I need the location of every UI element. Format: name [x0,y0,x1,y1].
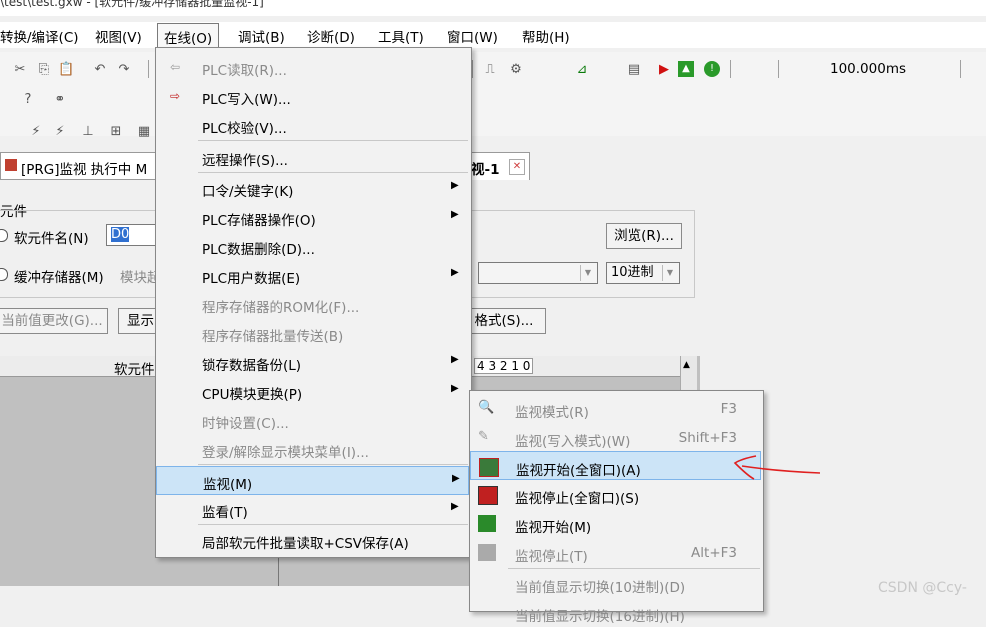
menu-cpu-replace[interactable]: CPU模块更换(P) ▶ [156,377,469,406]
undo-icon[interactable]: ↶ [92,62,108,78]
menu-monitor[interactable]: 监视(M) ▶ [156,466,469,495]
menu-display-module[interactable]: 登录/解除显示模块菜单(I)... [156,435,469,464]
menu-online[interactable]: 在线(O) [157,23,220,47]
submenu-arrow-icon: ▶ [451,383,459,394]
menu-view[interactable]: 视图(V) [95,26,142,46]
monitor-start-icon [478,515,496,532]
menu-latch-backup[interactable]: 锁存数据备份(L) ▶ [156,348,469,377]
monitor-stop-all-icon [478,486,498,505]
menu-rom[interactable]: 程序存储器的ROM化(F)... [156,290,469,319]
paste-icon[interactable]: 📋 [58,62,74,78]
submenu-value-dec[interactable]: 当前值显示切换(10进制)(D) [470,569,761,598]
submenu-monitor-mode[interactable]: 🔍 监视模式(R) F3 [470,394,761,423]
stop-icon[interactable]: ! [704,61,720,77]
plc-read-icon: ⇦ [169,60,181,74]
submenu-arrow-icon: ▶ [451,267,459,278]
monitor-stop-icon [478,544,496,561]
menu-plc-data-delete[interactable]: PLC数据删除(D)... [156,232,469,261]
browse-button[interactable]: 浏览(R)... [606,223,682,249]
submenu-arrow-icon: ▶ [451,501,459,512]
monitor-start-all-icon [479,458,499,477]
monitor-write-icon: ✎ [478,429,489,444]
menu-password[interactable]: 口令/关键字(K) ▶ [156,174,469,203]
plc-write-icon: ⇨ [169,89,181,103]
run-icon[interactable]: ▶ [656,62,672,78]
menu-clock[interactable]: 时钟设置(C)... [156,406,469,435]
menu-help[interactable]: 帮助(H) [522,26,570,46]
submenu-monitor-start-all[interactable]: 监视开始(全窗口)(A) [470,451,761,480]
window-title: \test\test.gxw - [软元件/缓冲存储器批量监视-1] [0,0,986,16]
toggle2-icon[interactable]: ⚡ [52,124,68,140]
menu-bar: 转换/编译(C) 视图(V) 在线(O) 调试(B) 诊断(D) 工具(T) 窗… [0,22,986,48]
submenu-monitor-write-mode[interactable]: ✎ 监视(写入模式)(W) Shift+F3 [470,423,761,452]
submenu-arrow-icon: ▶ [452,473,460,484]
scroll-up-icon[interactable]: ▲ [683,360,690,370]
submenu-value-hex[interactable]: 当前值显示切换(16进制)(H) [470,598,761,627]
copy-icon[interactable]: ⎘ [36,62,52,78]
menu-plc-write[interactable]: ⇨ PLC写入(W)... [156,82,469,111]
device-input[interactable]: D0 [106,224,156,246]
monitor-panel: 元件 软元件名(N) D0 浏览(R)... 缓冲存储器(M) 模块起 ▼ 10… [0,180,986,356]
program-icon [5,159,17,171]
redo-icon[interactable]: ↷ [116,62,132,78]
menu-plc-memory[interactable]: PLC存储器操作(O) ▶ [156,203,469,232]
menu-plc-user-data[interactable]: PLC用户数据(E) ▶ [156,261,469,290]
ladder-edit-icon[interactable]: ⊥ [80,124,96,140]
submenu-monitor-stop-all[interactable]: 监视停止(全窗口)(S) [470,480,761,509]
menu-diagnostics[interactable]: 诊断(D) [307,26,355,46]
menu-debug[interactable]: 调试(B) [238,26,285,46]
current-value-button[interactable]: 当前值更改(G)... [0,308,108,334]
format-button[interactable]: 格式(S)... [462,308,546,334]
scan-icon[interactable]: ▤ [626,62,642,78]
submenu-arrow-icon: ▶ [451,180,459,191]
menu-plc-verify[interactable]: PLC校验(V)... [156,111,469,140]
cut-icon[interactable]: ✂ [12,62,28,78]
submenu-arrow-icon: ▶ [451,209,459,220]
submenu-monitor-start[interactable]: 监视开始(M) [470,509,761,538]
submenu-arrow-icon: ▶ [451,354,459,365]
toggle-icon[interactable]: ⚡ [28,124,44,140]
ladder-edit2-icon[interactable]: ⊞ [108,124,124,140]
menu-watch[interactable]: 监看(T) ▶ [156,495,469,524]
tab-program-monitor[interactable]: [PRG]监视 执行中 M [0,152,160,180]
monitor-chart-icon[interactable]: ⊿ [574,62,590,78]
monitor-submenu: 🔍 监视模式(R) F3 ✎ 监视(写入模式)(W) Shift+F3 监视开始(全… [469,390,764,625]
ladder-icon[interactable]: ⎍ [482,62,498,78]
close-tab-icon[interactable]: ✕ [509,159,525,175]
radix-select[interactable]: 10进制 ▼ [606,262,680,284]
binoculars-icon[interactable]: ⚭ [52,92,68,108]
help-icon[interactable]: ? [20,92,36,108]
menu-plc-read[interactable]: ⇦ PLC读取(R)... [156,53,469,82]
toolbar-area: ✂ ⎘ 📋 ↶ ↷ ⎍ ⚙ ⊿ ▤ ▶ ▲ ! 100.000ms ? ⚭ ⚡ … [0,52,986,139]
menu-remote-operation[interactable]: 远程操作(S)... [156,143,469,172]
menu-tools[interactable]: 工具(T) [378,26,424,46]
submenu-monitor-stop[interactable]: 监视停止(T) Alt+F3 [470,538,761,567]
module-select[interactable]: ▼ [478,262,598,284]
menu-csv-save[interactable]: 局部软元件批量读取+CSV保存(A) [156,526,469,555]
annotation-arrow [733,455,821,480]
bit-header: 4 3 2 1 0 [474,358,534,374]
grid-icon[interactable]: ▦ [136,124,152,140]
menu-convert[interactable]: 转换/编译(C) [0,26,79,46]
online-menu: ⇦ PLC读取(R)... ⇨ PLC写入(W)... PLC校验(V)... 远程… [155,47,472,558]
tab-batch-monitor[interactable]: 视-1 ✕ [468,152,530,180]
warning-icon[interactable]: ▲ [678,61,694,77]
monitor-mode-icon: 🔍 [478,400,495,415]
menu-window[interactable]: 窗口(W) [447,26,498,46]
watermark: CSDN @Ccy- [878,580,967,596]
scan-interval: 100.000ms [830,61,907,77]
device-icon[interactable]: ⚙ [508,62,524,78]
menu-batch-transfer[interactable]: 程序存储器批量传送(B) [156,319,469,348]
